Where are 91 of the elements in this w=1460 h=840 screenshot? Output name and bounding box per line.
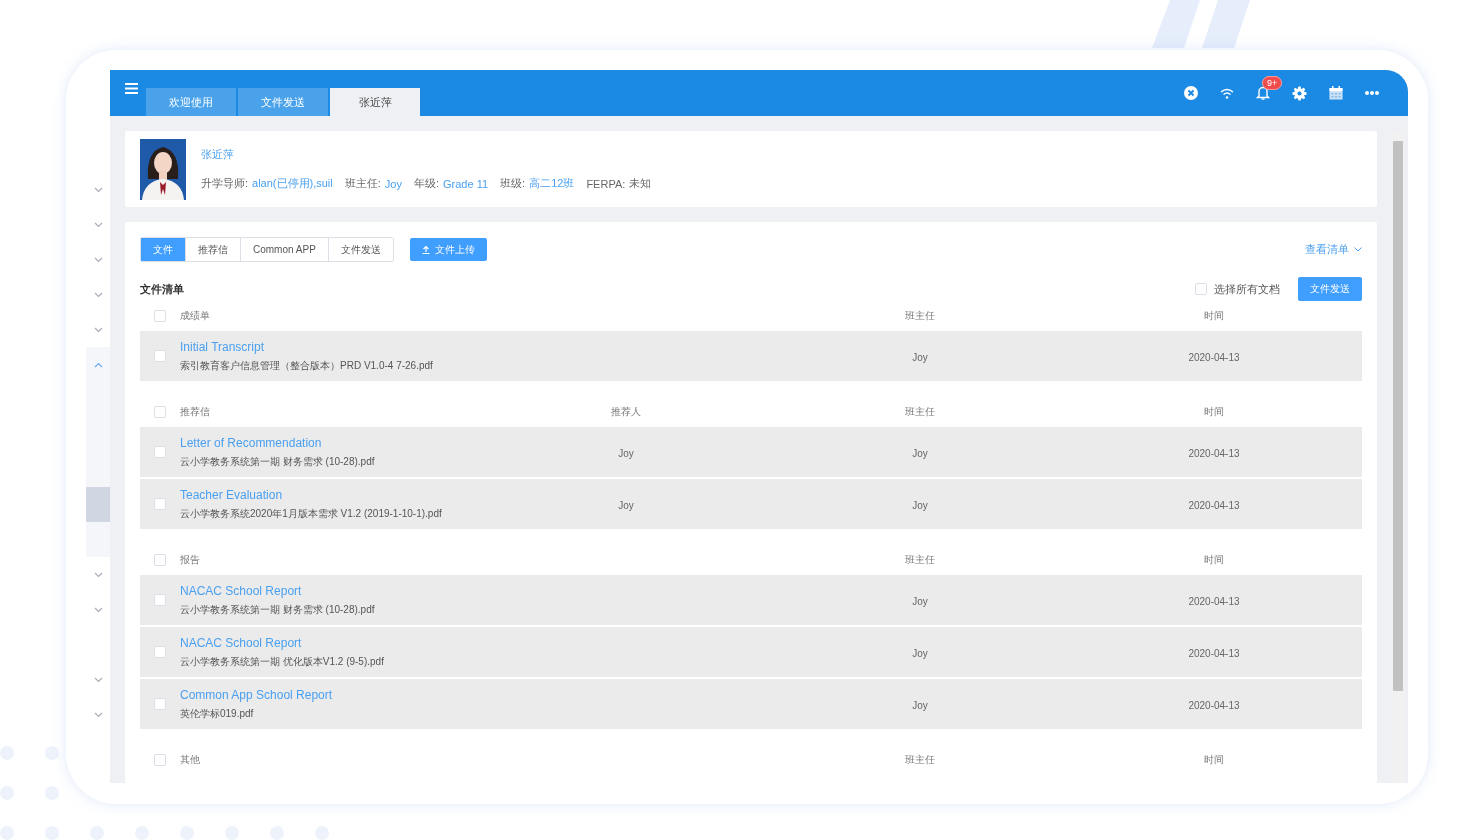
table-cell: Joy [912, 648, 928, 659]
table-cell: 2020-04-13 [1188, 596, 1240, 607]
upload-icon [421, 245, 430, 254]
field-label: FERPA: [586, 177, 626, 190]
checkbox[interactable] [154, 446, 166, 458]
chevron-icon [1354, 247, 1362, 252]
table-cell: Joy [618, 448, 634, 459]
column-header: 推荐信 [180, 406, 210, 417]
chevron-icon[interactable] [93, 326, 103, 333]
more-icon[interactable] [1365, 91, 1379, 95]
document-link[interactable]: Initial Transcript [180, 339, 265, 354]
student-name-link[interactable]: 张近萍 [201, 147, 234, 162]
checkbox[interactable] [154, 310, 166, 322]
calendar-icon[interactable] [1329, 86, 1343, 100]
list-title: 文件清单 [140, 281, 184, 297]
field-value: 未知 [629, 176, 652, 191]
file-name: 云小学教务系统第一期 优化版本V1.2 (9-5).pdf [180, 654, 384, 669]
chevron-icon[interactable] [93, 361, 103, 368]
column-header: 成绩单 [180, 310, 210, 321]
file-name: 云小学教务系统2020年1月版本需求 V1.2 (2019-1-10-1).pdf [180, 506, 442, 521]
table-cell: 2020-04-13 [1188, 700, 1240, 711]
field-value-link[interactable]: alan(已停用),suil [252, 176, 333, 191]
field-value-link[interactable]: Joy [384, 177, 402, 190]
chevron-icon[interactable] [93, 711, 103, 718]
document-link[interactable]: Common App School Report [180, 687, 333, 702]
field-label: 升学导师: [201, 176, 249, 191]
column-header: 报告 [180, 554, 200, 565]
settings-icon[interactable] [1292, 85, 1307, 101]
table-cell: Joy [618, 500, 634, 511]
notification-badge: 9+ [1262, 76, 1283, 90]
table-cell: Joy [912, 448, 928, 459]
column-header: 时间 [1204, 310, 1224, 321]
file-name: 英伦学标019.pdf [180, 706, 254, 721]
document-link[interactable]: NACAC School Report [180, 583, 302, 598]
send-button[interactable]: 文件发送 [1298, 277, 1362, 301]
column-header: 时间 [1204, 554, 1224, 565]
wifi-icon[interactable] [1220, 87, 1234, 99]
checkbox[interactable] [1195, 283, 1207, 295]
checkbox[interactable] [154, 350, 166, 362]
field-label: 班级: [500, 176, 526, 191]
chevron-icon[interactable] [93, 186, 103, 193]
file-name: 云小学教务系统第一期 财务需求 (10-28).pdf [180, 602, 375, 617]
column-header: 时间 [1204, 754, 1224, 765]
file-name: 云小学教务系统第一期 财务需求 (10-28).pdf [180, 454, 375, 469]
page-tab[interactable]: 欢迎使用 [146, 88, 236, 116]
field-label: 年级: [413, 176, 439, 191]
checkbox[interactable] [154, 698, 166, 710]
chevron-icon[interactable] [93, 606, 103, 613]
table-cell: 2020-04-13 [1188, 500, 1240, 511]
chevron-icon[interactable] [93, 676, 103, 683]
field-value-link[interactable]: Grade 11 [443, 177, 489, 190]
table-cell: 2020-04-13 [1188, 352, 1240, 363]
table-cell: Joy [912, 700, 928, 711]
scrollbar-thumb[interactable] [1393, 141, 1403, 691]
checkbox[interactable] [154, 646, 166, 658]
column-header: 班主任 [905, 310, 935, 321]
table-cell: Joy [912, 500, 928, 511]
view-list-link[interactable]: 查看清单 [1305, 242, 1362, 257]
column-header: 其他 [180, 754, 200, 765]
document-link[interactable]: Teacher Evaluation [180, 487, 283, 502]
chevron-icon[interactable] [93, 571, 103, 578]
checkbox[interactable] [154, 754, 166, 766]
column-header: 推荐人 [611, 406, 641, 417]
column-header: 班主任 [905, 554, 935, 565]
field-label: 班主任: [344, 176, 381, 191]
column-header: 时间 [1204, 406, 1224, 417]
document-link[interactable]: Letter of Recommendation [180, 435, 322, 450]
checkbox[interactable] [154, 554, 166, 566]
select-all-label: 选择所有文档 [1214, 281, 1280, 297]
field-value-link[interactable]: 高二12班 [529, 176, 575, 191]
chevron-icon[interactable] [93, 291, 103, 298]
page-tab[interactable]: 张近萍 [330, 88, 420, 116]
table-cell: 2020-04-13 [1188, 448, 1240, 459]
checkbox[interactable] [154, 406, 166, 418]
menu-icon[interactable] [125, 83, 138, 94]
document-tab[interactable]: 文件 [141, 238, 186, 261]
chevron-icon[interactable] [93, 256, 103, 263]
upload-button[interactable]: 文件上传 [409, 238, 487, 261]
column-header: 班主任 [905, 406, 935, 417]
chevron-icon[interactable] [93, 221, 103, 228]
checkbox[interactable] [154, 498, 166, 510]
table-cell: 2020-04-13 [1188, 648, 1240, 659]
file-name: 索引教育客户信息管理（整合版本）PRD V1.0-4 7-26.pdf [180, 358, 433, 373]
document-link[interactable]: NACAC School Report [180, 635, 302, 650]
bell-icon[interactable] [1256, 85, 1270, 101]
checkbox[interactable] [154, 594, 166, 606]
table-cell: Joy [912, 596, 928, 607]
column-header: 班主任 [905, 754, 935, 765]
table-cell: Joy [912, 352, 928, 363]
page-tab[interactable]: 文件发送 [238, 88, 328, 116]
close-icon[interactable] [1184, 86, 1198, 100]
